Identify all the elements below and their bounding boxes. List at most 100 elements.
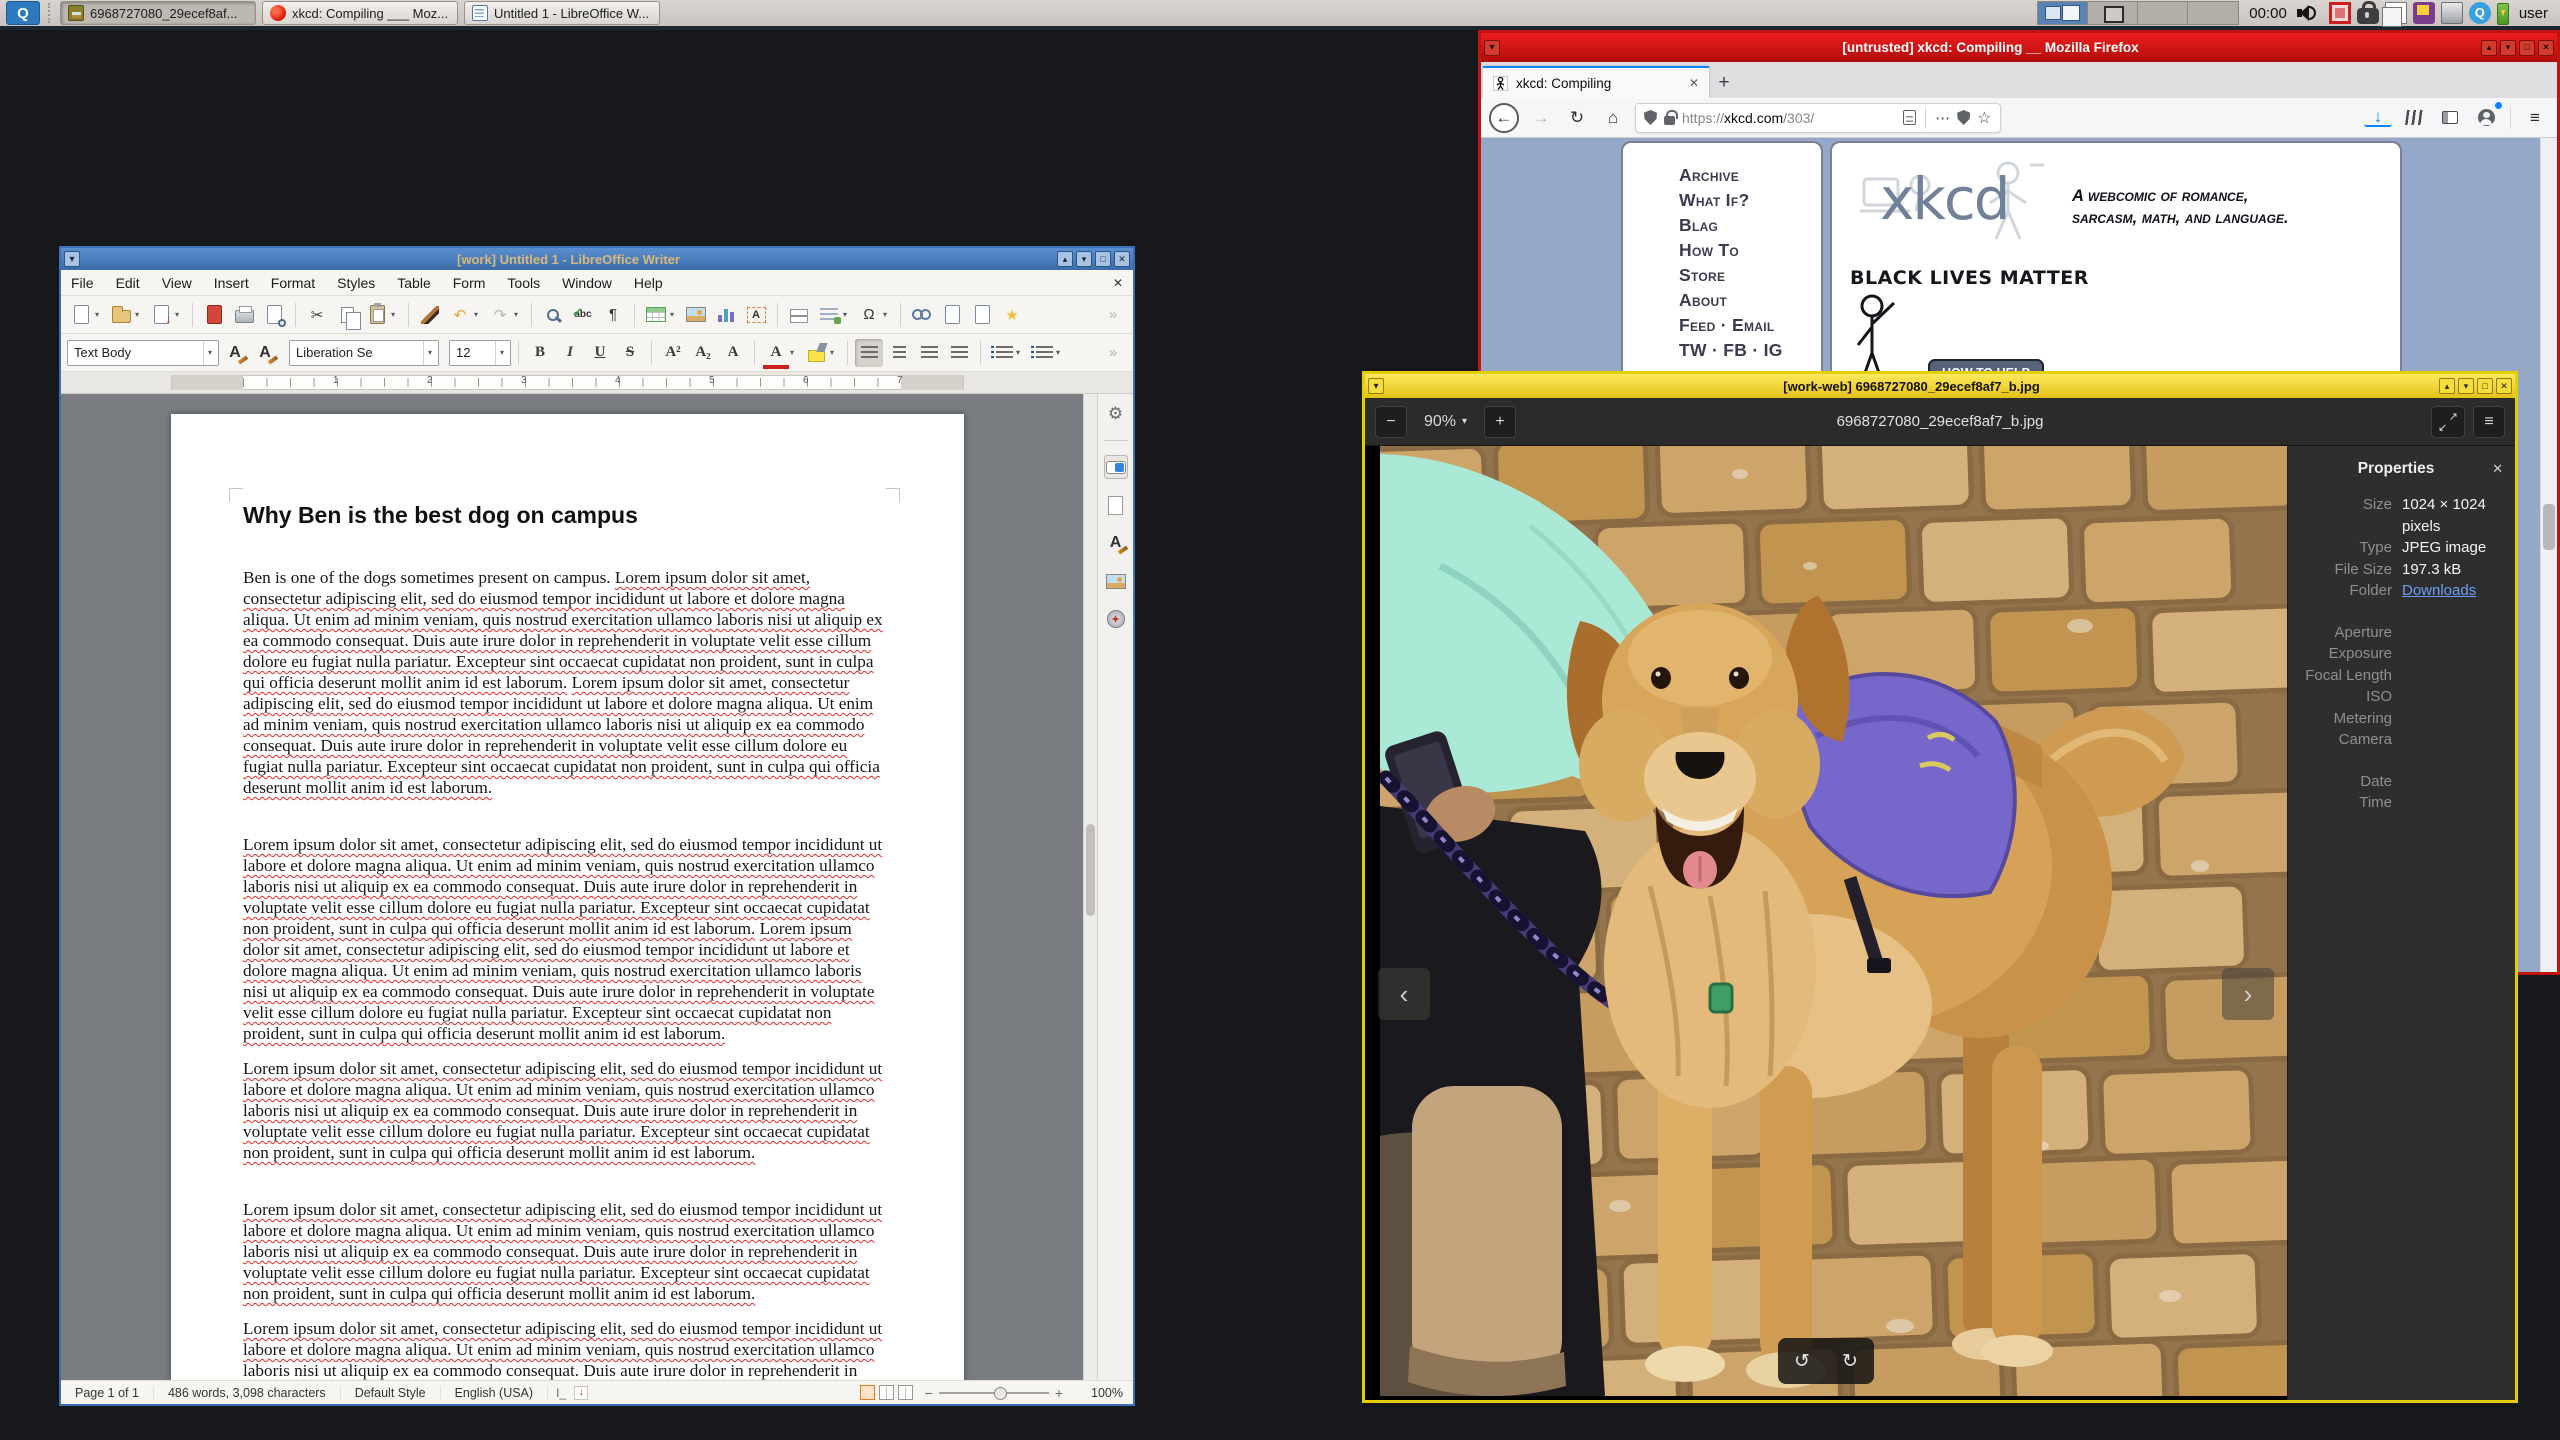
maximize-button[interactable]: □ [1095,251,1111,267]
menu-edit[interactable]: Edit [116,275,140,291]
insert-chart-icon[interactable] [712,301,740,329]
save-caret[interactable]: ▾ [175,310,185,319]
highlight-caret[interactable]: ▾ [830,348,840,357]
close-button[interactable]: ✕ [2496,378,2512,394]
scrollbar-thumb[interactable] [2543,504,2555,550]
bullet-caret[interactable]: ▾ [1016,348,1026,357]
underline-icon[interactable]: U [586,339,614,367]
strikethrough-icon[interactable]: S [616,339,644,367]
window-menu-icon[interactable]: ▾ [1368,378,1384,394]
document-canvas[interactable]: Why Ben is the best dog on campus Ben is… [61,394,1083,1380]
minimize-button[interactable]: ▾ [2458,378,2474,394]
https-lock-icon[interactable] [1664,109,1678,125]
previous-image-button[interactable]: ‹ [1378,968,1430,1020]
xkcd-link-store[interactable]: Store [1679,263,1821,288]
document-page[interactable]: Why Ben is the best dog on campus Ben is… [171,414,964,1380]
subscript-icon[interactable]: A₂ [689,339,717,367]
app-menu-button[interactable]: Q [6,1,40,25]
single-page-view-icon[interactable] [859,1385,875,1400]
update-style-icon[interactable]: A [221,339,249,367]
devices-icon[interactable] [2412,2,2435,24]
image-canvas[interactable]: ‹ › ↺ ↻ [1365,446,2287,1400]
zoom-in-icon[interactable]: + [1055,1385,1063,1401]
maximize-button[interactable]: □ [2519,39,2535,56]
shade-button[interactable]: ▴ [2481,39,2497,56]
export-pdf-icon[interactable] [200,301,228,329]
workspace-3[interactable] [2138,2,2189,24]
new-style-icon[interactable]: A [251,339,279,367]
reload-button[interactable]: ↻ [1563,104,1591,132]
viewer-menu-button[interactable]: ≡ [2473,405,2505,438]
zoom-in-button[interactable]: + [1484,405,1517,438]
taskbar-window-writer[interactable]: Untitled 1 - LibreOffice W... [464,1,660,25]
copy-icon[interactable] [333,301,361,330]
forward-button[interactable]: → [1527,104,1555,132]
menu-file[interactable]: File [71,275,94,291]
paste-icon[interactable] [363,301,391,329]
close-document-icon[interactable]: ✕ [1113,276,1123,290]
multi-page-view-icon[interactable] [878,1385,894,1400]
back-button[interactable]: ← [1489,102,1519,133]
xkcd-link-whatif[interactable]: What If? [1679,188,1821,213]
xkcd-link-feed-email[interactable]: Feed · Email [1679,313,1821,338]
reader-view-icon[interactable] [1903,110,1917,125]
styles-deck-icon[interactable]: A [1104,531,1128,555]
close-button[interactable]: ✕ [2538,39,2554,56]
zoom-percent[interactable]: 100% [1075,1386,1123,1400]
clone-formatting-icon[interactable] [416,301,444,329]
permissions-shield-icon[interactable] [1957,110,1971,125]
paragraph-style-select[interactable]: Text Body ▾ [67,339,219,366]
numbered-caret[interactable]: ▾ [1056,348,1066,357]
xkcd-logo[interactable]: xkcd [1880,165,2011,233]
font-size-select[interactable]: 12 ▾ [449,339,511,366]
insert-image-icon[interactable] [682,301,710,329]
rotate-right-button[interactable]: ↻ [1842,1350,1858,1373]
italic-icon[interactable]: I [556,339,584,367]
formatting-marks-icon[interactable]: ¶ [599,301,627,329]
xkcd-link-blag[interactable]: Blag [1679,213,1821,238]
zoom-slider[interactable]: − + [925,1385,1063,1401]
save-icon[interactable]: ↓ [147,301,175,329]
minimize-button[interactable]: ▾ [2500,39,2516,56]
tab-xkcd[interactable]: xkcd: Compiling ✕ [1483,66,1709,98]
page-deck-icon[interactable] [1104,493,1128,517]
sidebars-icon[interactable] [2436,104,2464,132]
insert-textbox-icon[interactable]: A [742,301,770,329]
print-icon[interactable] [230,301,258,329]
font-color-icon[interactable]: A [762,339,790,369]
spelling-icon[interactable]: abc [569,301,597,329]
home-button[interactable]: ⌂ [1599,104,1627,132]
bold-icon[interactable]: B [526,339,554,367]
workspace-1[interactable] [2038,2,2089,24]
menu-table[interactable]: Table [397,275,430,291]
window-menu-icon[interactable]: ▾ [1484,39,1500,56]
menu-insert[interactable]: Insert [214,275,249,291]
downloads-icon[interactable]: ↓ [2364,108,2392,127]
paste-caret[interactable]: ▾ [391,310,401,319]
library-icon[interactable] [2400,104,2428,132]
rotate-left-button[interactable]: ↺ [1794,1350,1810,1373]
hyperlink-icon[interactable] [908,301,936,329]
menu-help[interactable]: Help [634,275,663,291]
page-style[interactable]: Default Style [341,1385,441,1400]
print-preview-icon[interactable] [260,301,288,329]
new-document-icon[interactable] [67,301,95,329]
sidebar-settings-icon[interactable]: ⚙ [1104,402,1128,426]
insert-mode-icon[interactable]: I_ [548,1386,574,1400]
taskbar-window-image-viewer[interactable]: 6968727080_29ecef8af... [60,1,256,25]
open-icon[interactable] [107,301,135,329]
bookmark-star-icon[interactable]: ☆ [1977,108,1991,128]
workspace-4[interactable] [2188,2,2239,24]
writer-titlebar[interactable]: ▾ [work] Untitled 1 - LibreOffice Writer… [61,248,1133,270]
special-character-icon[interactable]: Ω [855,301,883,329]
zoom-level-select[interactable]: 90% ▾ [1415,406,1476,438]
open-caret[interactable]: ▾ [135,310,145,319]
font-name-select[interactable]: Liberation Se ▾ [289,339,439,366]
align-justify-icon[interactable] [945,339,973,367]
workspace-pager[interactable] [2037,1,2240,25]
menu-styles[interactable]: Styles [337,275,375,291]
volume-icon[interactable] [2296,4,2319,22]
numbered-list-icon[interactable] [1028,339,1056,367]
close-button[interactable]: ✕ [1114,251,1130,267]
maximize-button[interactable]: □ [2477,378,2493,394]
